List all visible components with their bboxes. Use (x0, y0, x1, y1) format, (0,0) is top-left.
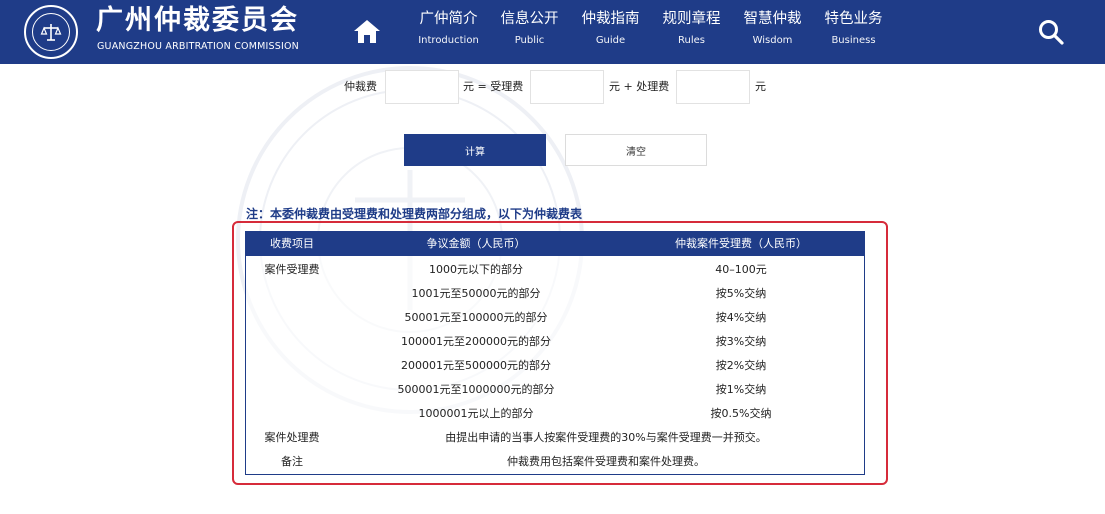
arbitration-fee-input[interactable] (385, 70, 459, 104)
processing-fee-input[interactable] (676, 70, 750, 104)
site-subtitle: GUANGZHOU ARBITRATION COMMISSION (97, 41, 299, 52)
fee-note: 注：本委仲裁费由受理费和处理费两部分组成，以下为仲裁费表 (246, 207, 583, 221)
table-row: 50001元至100000元的部分 按4%交纳 (246, 306, 864, 330)
nav-label: 广仲简介 (419, 11, 478, 27)
nav-label-en: Introduction (418, 35, 479, 46)
table-row: 案件处理费 由提出申请的当事人按案件受理费的30%与案件受理费一并预交。 (246, 426, 864, 450)
calculate-button[interactable]: 计算 (404, 134, 546, 166)
fee-rate-cell: 按2%交纳 (715, 359, 767, 372)
nav-label: 仲裁指南 (581, 11, 640, 27)
table-row: 500001元至1000000元的部分 按1%交纳 (246, 378, 864, 402)
amount-range-cell: 50001元至100000元的部分 (404, 311, 548, 324)
acceptance-fee-input[interactable] (530, 70, 604, 104)
table-row: 200001元至500000元的部分 按2%交纳 (246, 354, 864, 378)
nav-item-business[interactable]: 特色业务 Business (813, 0, 894, 64)
handle-fee-label: 元 + 处理费 (609, 80, 670, 93)
amount-range-cell: 100001元至200000元的部分 (401, 335, 551, 348)
nav-label-en: Business (831, 35, 876, 46)
fee-rate-cell: 按0.5%交纳 (710, 407, 772, 420)
unit-label: 元 (755, 80, 766, 93)
amount-range-cell: 1000001元以上的部分 (418, 407, 534, 420)
fee-rate-cell: 按1%交纳 (715, 383, 767, 396)
fee-rate-cell: 40–100元 (715, 263, 767, 276)
amount-range-cell: 1001元至50000元的部分 (411, 287, 541, 300)
logo-seal[interactable] (24, 5, 78, 59)
accept-fee-label: 元 = 受理费 (463, 80, 524, 93)
remark-text: 仲裁费用包括案件受理费和案件处理费。 (507, 455, 705, 468)
fee-rate-cell: 按3%交纳 (715, 335, 767, 348)
nav-label-en: Public (514, 35, 545, 46)
site-header: 广州仲裁委员会 GUANGZHOU ARBITRATION COMMISSION… (0, 0, 1105, 64)
amount-range-cell: 500001元至1000000元的部分 (397, 383, 555, 396)
amount-range-cell: 200001元至500000元的部分 (401, 359, 551, 372)
amount-range-cell: 1000元以下的部分 (429, 263, 523, 276)
fee-formula-row: 仲裁费 元 = 受理费 元 + 处理费 元 (0, 70, 1105, 104)
processing-fee-text: 由提出申请的当事人按案件受理费的30%与案件受理费一并预交。 (445, 431, 767, 444)
nav-item-rules[interactable]: 规则章程 Rules (651, 0, 732, 64)
nav-label: 智慧仲裁 (743, 11, 802, 27)
nav-label-en: Guide (595, 35, 626, 46)
home-icon[interactable] (352, 17, 382, 45)
column-header: 争议金额（人民币） (426, 237, 526, 250)
search-icon[interactable] (1036, 17, 1066, 47)
fee-item-cell: 案件处理费 (264, 431, 320, 444)
table-header: 收费项目 争议金额（人民币） 仲裁案件受理费（人民币） (246, 232, 864, 256)
nav-item-introduction[interactable]: 广仲简介 Introduction (408, 0, 489, 64)
nav-item-wisdom[interactable]: 智慧仲裁 Wisdom (732, 0, 813, 64)
nav-label-en: Wisdom (752, 35, 793, 46)
column-header: 仲裁案件受理费（人民币） (675, 237, 807, 250)
nav-label-en: Rules (678, 35, 705, 46)
table-row: 1001元至50000元的部分 按5%交纳 (246, 282, 864, 306)
fee-rate-cell: 按5%交纳 (715, 287, 767, 300)
column-header: 收费项目 (270, 237, 314, 250)
nav-label: 特色业务 (824, 11, 883, 27)
site-title[interactable]: 广州仲裁委员会 (96, 6, 299, 36)
clear-button[interactable]: 清空 (565, 134, 707, 166)
fee-item-cell: 备注 (281, 455, 303, 468)
scales-icon (32, 13, 70, 51)
fee-rate-cell: 按4%交纳 (715, 311, 767, 324)
nav-label: 规则章程 (662, 11, 721, 27)
table-row: 案件受理费 1000元以下的部分 40–100元 (246, 258, 864, 282)
nav-item-guide[interactable]: 仲裁指南 Guide (570, 0, 651, 64)
fee-item-cell: 案件受理费 (264, 263, 320, 276)
nav-label: 信息公开 (500, 11, 559, 27)
main-nav: 广仲简介 Introduction 信息公开 Public 仲裁指南 Guide… (408, 0, 894, 64)
fee-label: 仲裁费 (344, 80, 377, 93)
table-row: 1000001元以上的部分 按0.5%交纳 (246, 402, 864, 426)
table-row: 100001元至200000元的部分 按3%交纳 (246, 330, 864, 354)
nav-item-public[interactable]: 信息公开 Public (489, 0, 570, 64)
table-row: 备注 仲裁费用包括案件受理费和案件处理费。 (246, 450, 864, 474)
fee-table: 收费项目 争议金额（人民币） 仲裁案件受理费（人民币） 案件受理费 1000元以… (245, 231, 865, 475)
